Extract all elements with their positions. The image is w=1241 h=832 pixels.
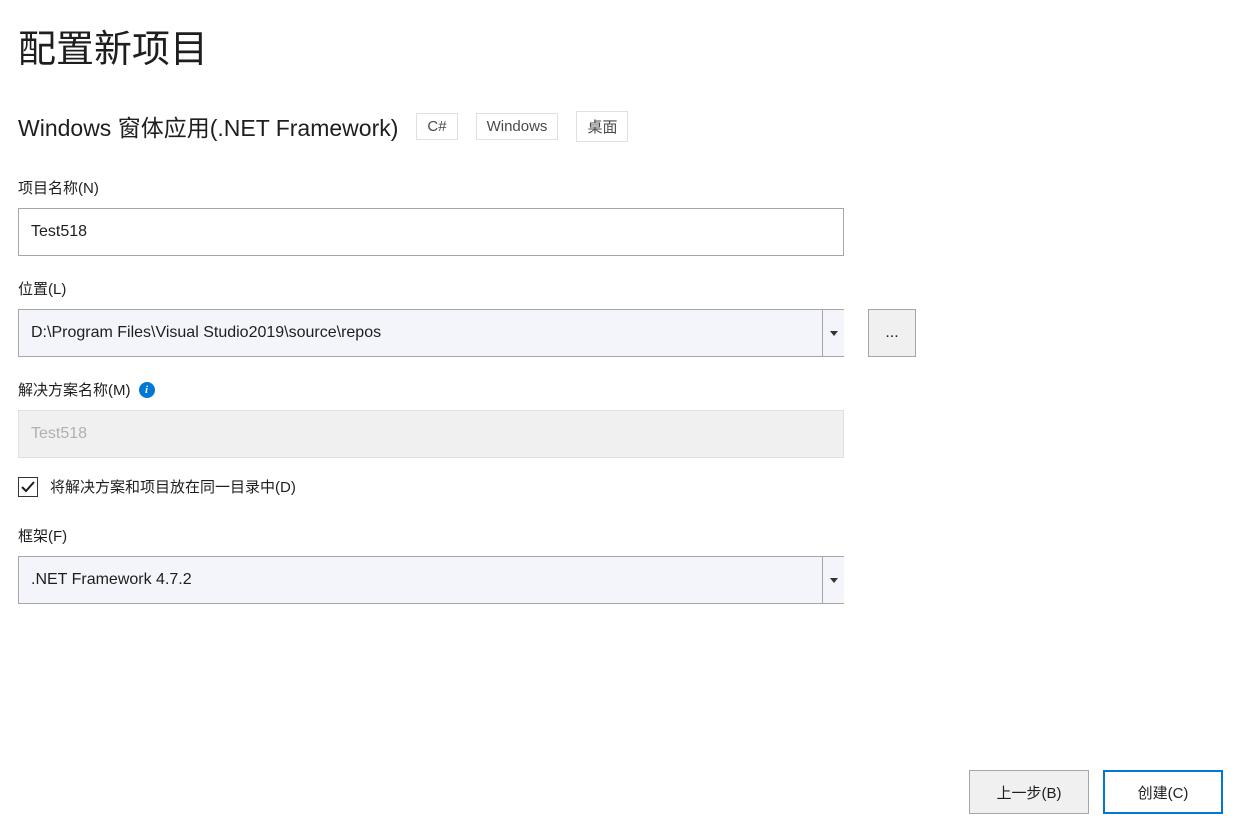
chevron-down-icon	[830, 331, 838, 336]
same-directory-checkbox[interactable]	[18, 477, 38, 497]
chevron-down-icon	[830, 578, 838, 583]
location-label: 位置(L)	[18, 278, 1223, 299]
browse-location-button[interactable]: ...	[868, 309, 916, 357]
checkmark-icon	[21, 480, 35, 494]
framework-group: 框架(F)	[18, 525, 1223, 604]
project-name-label: 项目名称(N)	[18, 177, 1223, 198]
template-info-row: Windows 窗体应用(.NET Framework) C# Windows …	[18, 109, 1223, 143]
info-icon[interactable]: i	[139, 382, 155, 398]
framework-input[interactable]	[18, 556, 844, 604]
template-tag-language: C#	[416, 113, 457, 140]
framework-combo	[18, 556, 844, 604]
framework-dropdown-button[interactable]	[822, 557, 844, 603]
template-tag-type: 桌面	[576, 111, 628, 142]
same-directory-row: 将解决方案和项目放在同一目录中(D)	[18, 476, 1223, 497]
template-name: Windows 窗体应用(.NET Framework)	[18, 109, 398, 143]
action-button-row: 上一步(B) 创建(C)	[969, 770, 1223, 814]
solution-name-label-text: 解决方案名称(M)	[18, 379, 131, 400]
project-name-group: 项目名称(N)	[18, 177, 1223, 256]
location-dropdown-button[interactable]	[822, 310, 844, 356]
framework-label: 框架(F)	[18, 525, 1223, 546]
page-title: 配置新项目	[18, 18, 1223, 73]
location-input[interactable]	[18, 309, 844, 357]
solution-name-group: 解决方案名称(M) i 将解决方案和项目放在同一目录中(D)	[18, 379, 1223, 497]
project-name-input[interactable]	[18, 208, 844, 256]
create-button[interactable]: 创建(C)	[1103, 770, 1223, 814]
location-combo	[18, 309, 844, 357]
solution-name-label: 解决方案名称(M) i	[18, 379, 1223, 400]
location-group: 位置(L) ...	[18, 278, 1223, 357]
solution-name-input	[18, 410, 844, 458]
template-tag-platform: Windows	[476, 113, 559, 140]
same-directory-label: 将解决方案和项目放在同一目录中(D)	[50, 476, 296, 497]
back-button[interactable]: 上一步(B)	[969, 770, 1089, 814]
